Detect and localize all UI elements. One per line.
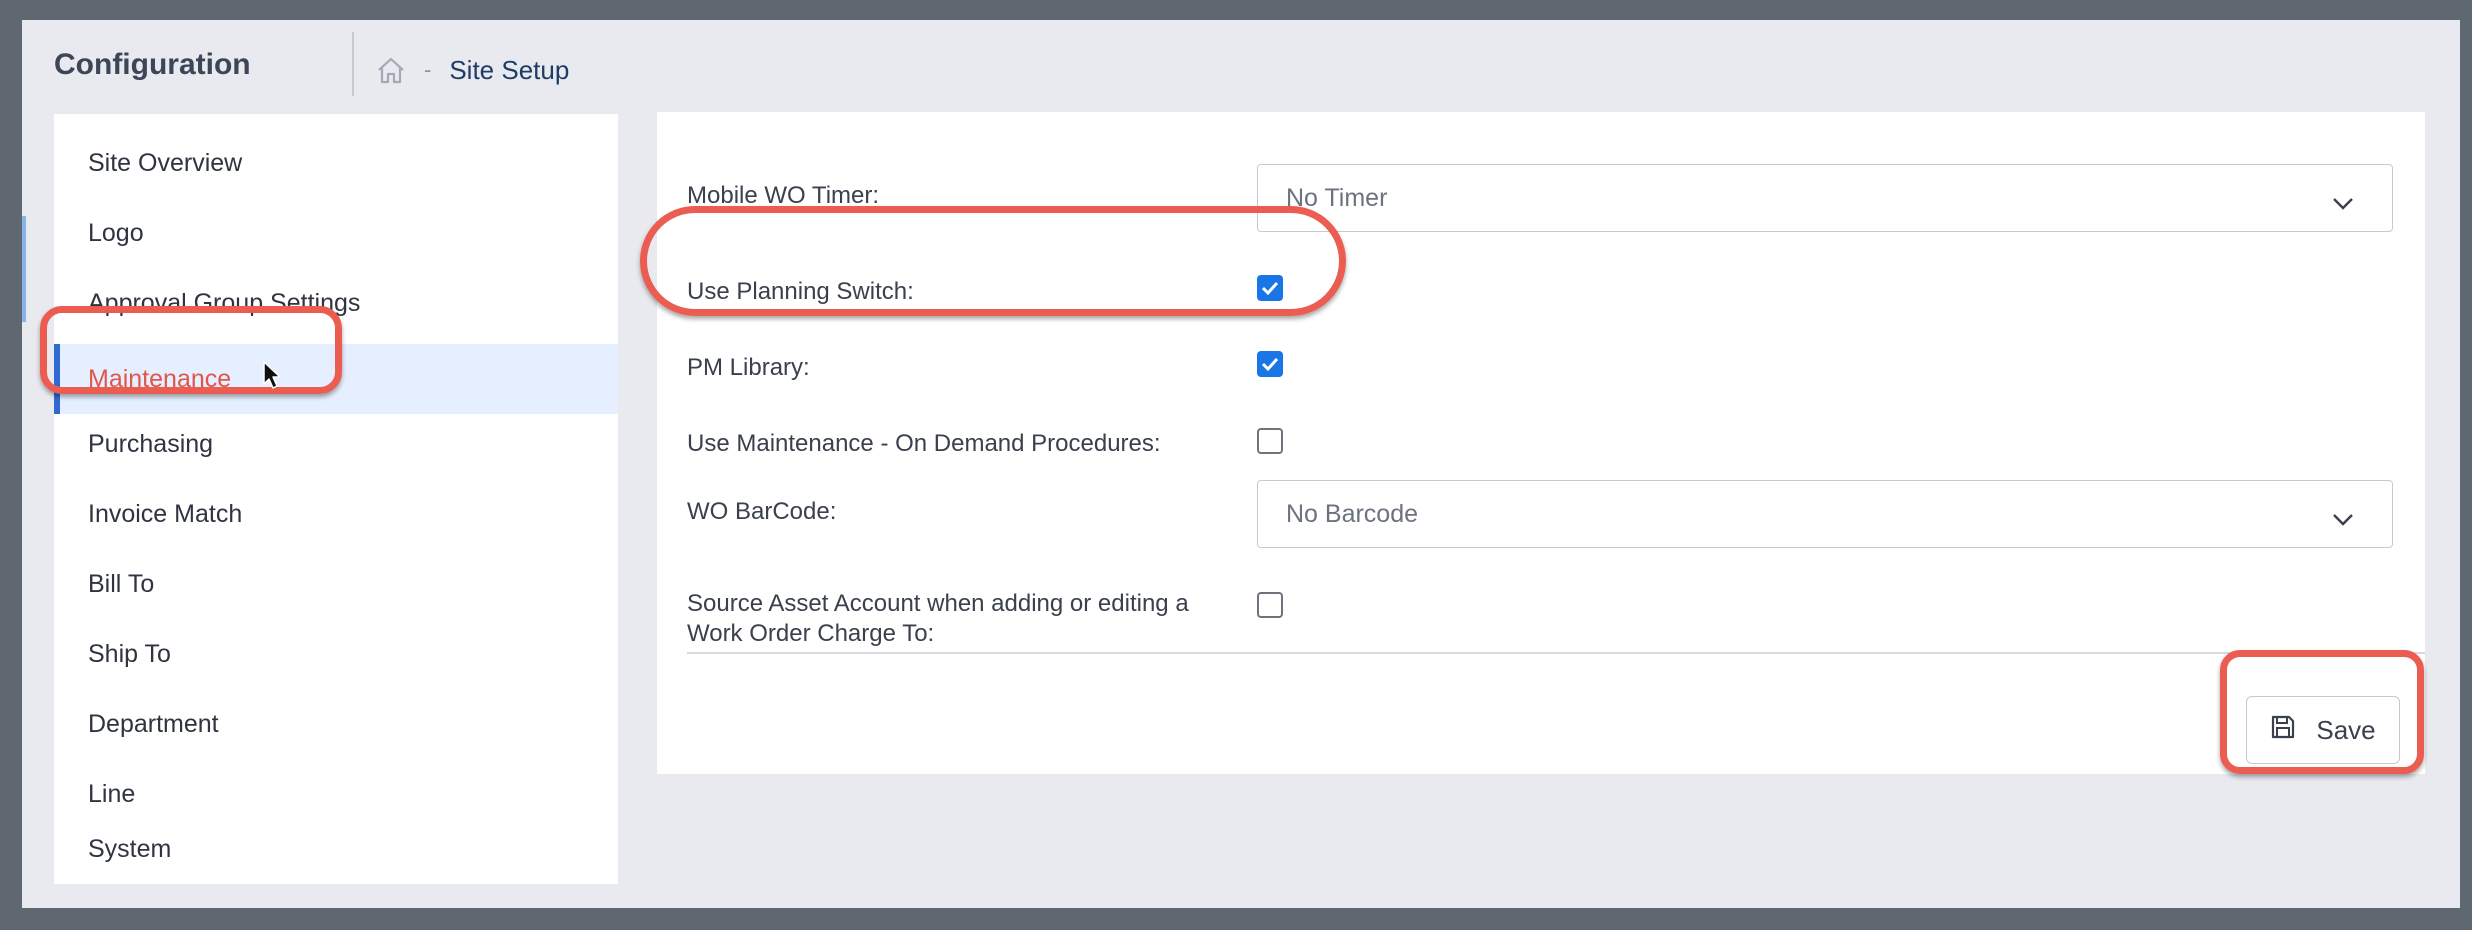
wo-barcode-select[interactable]: No Barcode [1257, 480, 2393, 548]
sidebar-item-site-overview[interactable]: Site Overview [54, 128, 618, 198]
breadcrumb: - Site Setup [376, 50, 569, 90]
mobile-wo-timer-label: Mobile WO Timer: [687, 182, 880, 209]
app-window: Configuration - Site Setup Site Overview… [22, 20, 2460, 908]
active-indicator [54, 344, 60, 414]
mouse-cursor-icon [262, 360, 282, 395]
on-demand-procedures-label: Use Maintenance - On Demand Procedures: [687, 430, 1161, 457]
sidebar-item-maintenance[interactable]: Maintenance [54, 344, 618, 414]
breadcrumb-current[interactable]: Site Setup [449, 55, 569, 86]
sidebar-item-label: Invoice Match [88, 499, 243, 528]
pm-library-label: PM Library: [687, 354, 810, 381]
sidebar-item-label: Purchasing [88, 429, 214, 458]
on-demand-procedures-checkbox[interactable] [1257, 428, 1283, 454]
sidebar-item-ship-to[interactable]: Ship To [54, 619, 618, 689]
source-asset-account-checkbox[interactable] [1257, 592, 1283, 618]
sidebar-item-purchasing[interactable]: Purchasing [54, 409, 618, 479]
sidebar-item-invoice-match[interactable]: Invoice Match [54, 479, 618, 549]
chevron-down-icon [2332, 189, 2354, 218]
mobile-wo-timer-select[interactable]: No Timer [1257, 164, 2393, 232]
sidebar-item-bill-to[interactable]: Bill To [54, 549, 618, 619]
sidebar-item-label: Approval Group Settings [88, 288, 361, 317]
sidebar: Site Overview Logo Approval Group Settin… [54, 114, 618, 884]
sidebar-item-label: Logo [88, 218, 144, 247]
wo-barcode-label: WO BarCode: [687, 498, 837, 525]
sidebar-item-label: Bill To [88, 569, 155, 598]
sidebar-item-system[interactable]: System [54, 814, 618, 884]
maintenance-settings-panel: Mobile WO Timer: No Timer Use Planning S… [657, 112, 2425, 774]
wo-barcode-value: No Barcode [1286, 499, 1419, 528]
page-title: Configuration [54, 48, 251, 81]
sidebar-item-logo[interactable]: Logo [54, 198, 618, 268]
sidebar-item-approval-group-settings[interactable]: Approval Group Settings [54, 268, 618, 338]
form-divider [687, 652, 2425, 654]
left-edge-indicator [22, 216, 26, 322]
save-label: Save [2316, 714, 2376, 745]
source-asset-account-label: Source Asset Account when adding or edit… [687, 589, 1189, 649]
sidebar-item-label: Line [88, 779, 136, 808]
source-asset-account-label-line2: Work Order Charge To: [687, 620, 935, 647]
breadcrumb-separator: - [424, 57, 432, 82]
use-planning-switch-checkbox[interactable] [1257, 275, 1283, 301]
sidebar-item-label: System [88, 834, 172, 863]
sidebar-item-label: Maintenance [88, 364, 232, 393]
save-button[interactable]: Save [2246, 696, 2400, 764]
save-icon [2270, 714, 2296, 747]
chevron-down-icon [2332, 505, 2354, 534]
header-divider [352, 32, 354, 96]
source-asset-account-label-line1: Source Asset Account when adding or edit… [687, 590, 1189, 617]
pm-library-checkbox[interactable] [1257, 351, 1283, 377]
sidebar-item-department[interactable]: Department [54, 689, 618, 759]
sidebar-item-label: Department [88, 709, 219, 738]
sidebar-item-label: Ship To [88, 639, 171, 668]
home-icon[interactable] [376, 56, 406, 84]
sidebar-item-label: Site Overview [88, 148, 243, 177]
use-planning-switch-label: Use Planning Switch: [687, 278, 914, 305]
mobile-wo-timer-value: No Timer [1286, 183, 1388, 212]
